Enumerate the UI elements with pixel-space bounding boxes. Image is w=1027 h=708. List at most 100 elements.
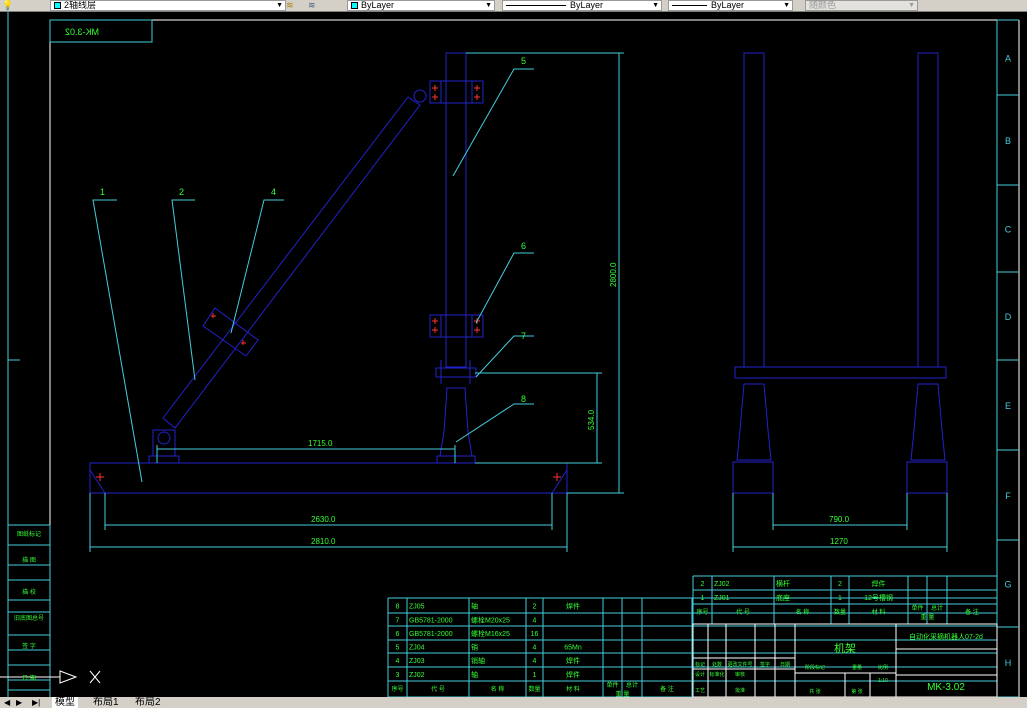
layer-name: 2轴线层 bbox=[64, 0, 97, 10]
side-view bbox=[89, 52, 568, 494]
title-block-label: 比例 bbox=[878, 664, 888, 671]
layout-tabs-bar: ◀ ▶ ▶| 模型 布局1 布局2 bbox=[0, 697, 1027, 708]
make-layer-current-icon[interactable]: ≋ bbox=[286, 0, 294, 11]
title-block-label: 共 张 bbox=[809, 688, 820, 695]
title-block-label: 更改文件号 bbox=[727, 661, 752, 668]
upper-table-code: ZJ01 bbox=[714, 595, 730, 602]
dim-2810: 2810.0 bbox=[311, 537, 336, 546]
parts-table-item-no: 3 bbox=[396, 672, 400, 679]
left-strip-label: 签 字 bbox=[22, 642, 36, 650]
next-tab-button[interactable]: ▶ bbox=[16, 697, 22, 708]
upper-table-item-no: 2 bbox=[701, 581, 705, 588]
drawing-number: MK-3.02 bbox=[927, 682, 965, 693]
parts-table-code: ZJ05 bbox=[409, 604, 425, 611]
tab-model[interactable]: 模型 bbox=[52, 697, 78, 708]
title-block-label: 批准 bbox=[735, 687, 745, 694]
drawing-canvas[interactable]: MK-3.02 1 2 4 5 6 7 8 1715.0 534.0 2800.… bbox=[0, 12, 1027, 697]
upper-table-header: 备 注 bbox=[965, 608, 979, 616]
bolt-marks bbox=[96, 85, 561, 481]
parts-table-header: 名 称 bbox=[491, 685, 505, 693]
dim-534: 534.0 bbox=[587, 409, 596, 430]
color-swatch bbox=[351, 2, 358, 10]
frame-row-label-d: D bbox=[1005, 312, 1012, 322]
frame-row-label-a: A bbox=[1005, 54, 1011, 64]
parts-table-header: 数量 bbox=[528, 685, 540, 693]
parts-table-material: 65Mn bbox=[564, 645, 582, 652]
linetype-preview bbox=[506, 5, 566, 7]
tab-layout2[interactable]: 布局2 bbox=[132, 697, 164, 708]
dim-790: 790.0 bbox=[829, 515, 850, 524]
dim-1715: 1715.0 bbox=[308, 439, 333, 448]
arm-clamp bbox=[202, 307, 259, 357]
pole-base bbox=[439, 387, 473, 457]
parts-table-item-no: 6 bbox=[396, 631, 400, 638]
balloon-2: 2 bbox=[179, 187, 184, 197]
upper-table-qty: 2 bbox=[838, 581, 842, 588]
parts-table-qty: 1 bbox=[533, 672, 537, 679]
title-block-label: 日期 bbox=[780, 662, 790, 668]
parts-table-name: 螺栓M16x25 bbox=[471, 629, 510, 638]
parts-table-item-no: 7 bbox=[396, 618, 400, 625]
parts-table-name: 轴 bbox=[471, 602, 478, 611]
frame-row-label-h: H bbox=[1005, 658, 1012, 668]
first-tab-button[interactable]: ◀ bbox=[4, 697, 10, 708]
parts-table-code: ZJ03 bbox=[409, 658, 425, 665]
lineweight-value: ByLayer bbox=[711, 0, 745, 10]
title-block-label: 处数 bbox=[712, 661, 722, 668]
base-plate bbox=[89, 462, 568, 494]
diagonal-arm bbox=[162, 96, 421, 429]
dim-2630: 2630.0 bbox=[311, 515, 336, 524]
parts-table-name: 螺栓M20x25 bbox=[471, 616, 510, 625]
parts-table-item-no: 8 bbox=[396, 604, 400, 611]
parts-table-item-no: 4 bbox=[396, 658, 400, 665]
tab-layout1[interactable]: 布局1 bbox=[90, 697, 122, 708]
dim-2800: 2800.0 bbox=[609, 262, 618, 287]
frame-row-label-e: E bbox=[1005, 401, 1011, 411]
parts-table-header: 序号 bbox=[391, 685, 403, 693]
layer-color-swatch bbox=[54, 2, 61, 10]
upper-table-material: 12号槽钢 bbox=[864, 593, 893, 602]
title-block-label: 标准化 bbox=[709, 671, 724, 678]
color-dropdown[interactable]: ByLayer ▼ bbox=[347, 0, 495, 11]
parts-table-qty: 2 bbox=[533, 604, 537, 611]
parts-table-code: GB5781-2000 bbox=[409, 618, 453, 625]
upper-table-material: 焊件 bbox=[872, 579, 886, 588]
mid-clamp bbox=[429, 314, 484, 338]
parts-table-header: 单件 bbox=[606, 681, 618, 689]
parts-table-header: 重 量 bbox=[616, 690, 630, 697]
parts-table-qty: 16 bbox=[531, 631, 539, 638]
layer-previous-icon[interactable]: ≋ bbox=[308, 0, 316, 11]
parts-table-header: 代 号 bbox=[431, 685, 445, 693]
linetype-dropdown[interactable]: ByLayer ▼ bbox=[502, 0, 662, 11]
lineweight-dropdown[interactable]: ByLayer ▼ bbox=[668, 0, 793, 11]
layer-dropdown[interactable]: 2轴线层 ▼ bbox=[50, 0, 286, 11]
upper-table-item-no: 1 bbox=[701, 595, 705, 602]
color-value: ByLayer bbox=[361, 0, 395, 10]
title-block-label: 第 张 bbox=[851, 688, 862, 695]
left-strip-label: 图纸标记 bbox=[17, 530, 41, 538]
frame-row-dividers bbox=[997, 19, 1019, 697]
parts-table-qty: 4 bbox=[533, 658, 537, 665]
parts-table-name: 销轴 bbox=[471, 656, 485, 665]
parts-table-material: 焊件 bbox=[566, 656, 580, 665]
upper-table-header: 总计 bbox=[931, 604, 943, 612]
title-block-label: 设计 bbox=[695, 671, 705, 678]
title-block-label: 1:10 bbox=[878, 678, 888, 684]
upper-table-header: 重 量 bbox=[921, 613, 935, 621]
parts-table-qty: 4 bbox=[533, 618, 537, 625]
balloon-4: 4 bbox=[271, 187, 276, 197]
last-tab-button[interactable]: ▶| bbox=[32, 697, 40, 708]
parts-table-name: 轴 bbox=[471, 670, 478, 679]
mirrored-drawing-code: MK-3.02 bbox=[65, 27, 99, 37]
frame-row-label-f: F bbox=[1005, 491, 1011, 501]
upper-table-name: 底座 bbox=[776, 593, 790, 602]
parts-table-material: 焊件 bbox=[566, 602, 580, 611]
left-strip-label: 描 校 bbox=[22, 588, 36, 596]
dimension-lines bbox=[89, 52, 948, 552]
linetype-value: ByLayer bbox=[570, 0, 604, 10]
frame-row-label-g: G bbox=[1004, 580, 1011, 590]
layer-state-icons[interactable]: 💡 bbox=[2, 0, 13, 11]
upper-table-header: 名 称 bbox=[796, 608, 810, 616]
dim-1270: 1270 bbox=[830, 537, 848, 546]
balloon-5: 5 bbox=[521, 56, 526, 66]
